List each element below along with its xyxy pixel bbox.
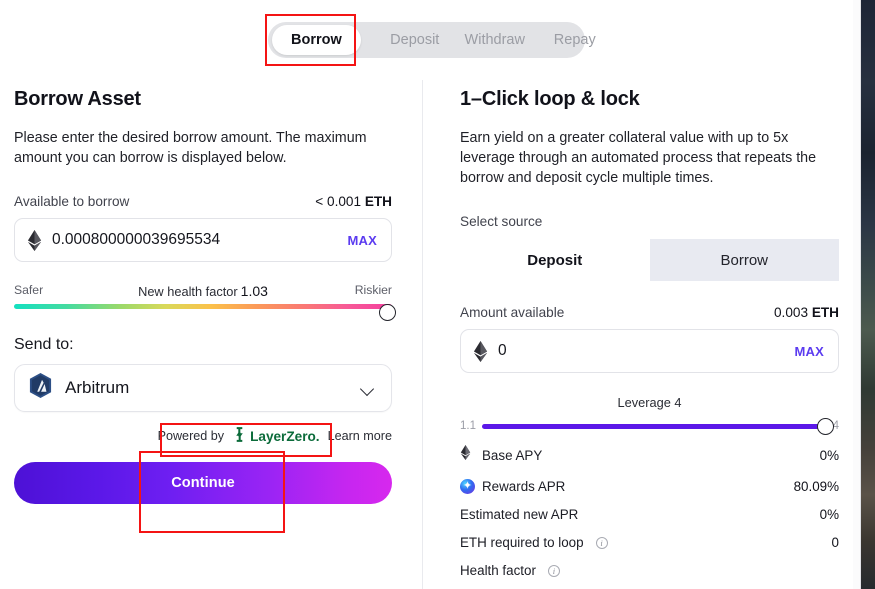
layerzero-logo-icon xyxy=(233,426,246,446)
tab-deposit[interactable]: Deposit xyxy=(379,25,451,55)
loop-lock-title: 1–Click loop & lock xyxy=(460,88,640,110)
available-unit: ETH xyxy=(364,194,392,209)
leverage-thumb[interactable] xyxy=(816,417,834,435)
source-option-deposit-label: Deposit xyxy=(527,251,583,269)
health-factor-label: Health factor xyxy=(460,563,536,578)
leverage-value: 4 xyxy=(674,395,682,410)
layerzero-brand: LayerZero. xyxy=(233,426,320,446)
health-factor-label-group: Health factor i xyxy=(460,563,839,578)
leverage-min-label: 1.1 xyxy=(460,420,476,432)
page-edge-gap xyxy=(853,0,861,589)
info-icon[interactable]: i xyxy=(595,536,608,549)
tab-borrow[interactable]: Borrow xyxy=(272,25,361,55)
source-option-borrow[interactable]: Borrow xyxy=(649,239,839,281)
eth-icon xyxy=(27,229,42,251)
source-segmented-control: Deposit Borrow xyxy=(460,239,839,281)
network-name: Arbitrum xyxy=(65,378,130,397)
source-option-deposit[interactable]: Deposit xyxy=(460,239,650,281)
send-to-label: Send to: xyxy=(14,336,74,353)
rewards-apr-label: Rewards APR xyxy=(482,479,566,494)
tab-repay[interactable]: Repay xyxy=(539,25,611,55)
eth-icon xyxy=(460,445,475,466)
eth-icon xyxy=(473,340,488,362)
estimated-new-apr-value: 0% xyxy=(819,507,839,522)
health-factor-labels: Safer New health factor 1.03 Riskier xyxy=(14,283,392,299)
base-apy-value: 0% xyxy=(819,448,839,463)
available-to-borrow-row: Available to borrow < 0.001 ETH xyxy=(14,194,392,209)
loop-max-button[interactable]: MAX xyxy=(795,344,825,359)
tab-withdraw-label: Withdraw xyxy=(464,32,525,48)
loop-amount-value[interactable]: 0 xyxy=(498,342,795,360)
tab-bar: Borrow Deposit Withdraw Repay xyxy=(268,22,596,58)
leverage-slider[interactable]: Leverage 4 1.1 4 xyxy=(460,395,839,435)
chevron-down-icon[interactable] xyxy=(361,384,375,393)
loop-amount-field[interactable]: 0 MAX xyxy=(460,329,839,373)
tab-borrow-label: Borrow xyxy=(291,32,342,48)
tab-deposit-label: Deposit xyxy=(390,32,440,48)
borrow-amount-field[interactable]: 0.000800000039695534 MAX xyxy=(14,218,392,262)
health-factor-slider[interactable]: Safer New health factor 1.03 Riskier xyxy=(14,283,396,321)
layerzero-attribution: Powered by LayerZero. Learn more xyxy=(14,426,392,446)
arbitrum-icon xyxy=(28,372,53,404)
info-icon[interactable]: i xyxy=(547,564,560,577)
continue-button[interactable]: Continue xyxy=(14,462,392,504)
stat-row-health-factor: Health factor i xyxy=(460,563,839,578)
available-to-borrow-value: < 0.001 ETH xyxy=(315,194,392,209)
amount-available-row: Amount available 0.003 ETH xyxy=(460,305,839,320)
source-option-borrow-label: Borrow xyxy=(720,251,768,269)
health-riskier-label: Riskier xyxy=(354,283,392,297)
eth-required-label: ETH required to loop xyxy=(460,535,584,550)
base-apy-label-group: Base APY xyxy=(460,445,820,466)
available-to-borrow-label: Available to borrow xyxy=(14,194,130,209)
select-source-label: Select source xyxy=(460,214,543,229)
rewards-apr-label-group: Rewards APR xyxy=(460,479,794,494)
estimated-new-apr-label-group: Estimated new APR xyxy=(460,507,820,522)
powered-by-label: Powered by xyxy=(157,429,225,443)
page-background-edge xyxy=(861,0,875,589)
new-health-factor-label: New health factor xyxy=(138,284,238,299)
health-factor-track[interactable] xyxy=(14,304,392,309)
page-title: Borrow Asset xyxy=(14,88,141,110)
health-factor-center: New health factor 1.03 xyxy=(138,283,268,299)
stat-row-eth-required: ETH required to loop i 0 xyxy=(460,535,839,550)
network-select[interactable]: Arbitrum xyxy=(14,364,392,412)
stat-row-rewards-apr: Rewards APR 80.09% xyxy=(460,479,839,494)
amount-available-value: 0.003 ETH xyxy=(774,305,839,320)
leverage-title: Leverage 4 xyxy=(460,395,839,410)
learn-more-link[interactable]: Learn more xyxy=(328,429,392,443)
available-amount: < 0.001 xyxy=(315,194,362,209)
borrow-description: Please enter the desired borrow amount. … xyxy=(14,130,367,166)
borrow-asset-panel: Borrow Asset Please enter the desired bo… xyxy=(14,88,396,504)
amount-available-unit: ETH xyxy=(811,305,839,320)
loop-lock-description: Earn yield on a greater collateral value… xyxy=(460,130,817,186)
stat-row-base-apy: Base APY 0% xyxy=(460,445,839,466)
rewards-apr-value: 80.09% xyxy=(793,479,839,494)
health-factor-thumb[interactable] xyxy=(379,304,396,321)
loop-and-lock-panel: 1–Click loop & lock Earn yield on a grea… xyxy=(460,88,839,578)
health-safer-label: Safer xyxy=(14,283,44,297)
tab-repay-label: Repay xyxy=(553,32,596,48)
layerzero-label: LayerZero. xyxy=(250,428,320,444)
app-root: Borrow Deposit Withdraw Repay Borrow Ass… xyxy=(0,0,875,589)
stat-row-estimated-new-apr: Estimated new APR 0% xyxy=(460,507,839,522)
column-divider xyxy=(422,80,423,589)
amount-available-number: 0.003 xyxy=(774,305,809,320)
eth-required-value: 0 xyxy=(831,535,839,550)
borrow-max-button[interactable]: MAX xyxy=(348,233,378,248)
estimated-new-apr-label: Estimated new APR xyxy=(460,507,579,522)
eth-required-label-group: ETH required to loop i xyxy=(460,535,832,550)
leverage-bar-row: 1.1 4 xyxy=(460,417,839,435)
amount-available-label: Amount available xyxy=(460,305,565,320)
base-apy-label: Base APY xyxy=(482,448,543,463)
rewards-icon xyxy=(460,479,475,494)
leverage-track[interactable] xyxy=(482,417,834,435)
tab-withdraw[interactable]: Withdraw xyxy=(459,25,531,55)
new-health-factor-value: 1.03 xyxy=(240,283,268,299)
borrow-amount-value[interactable]: 0.000800000039695534 xyxy=(52,231,348,249)
leverage-label: Leverage xyxy=(617,395,671,410)
